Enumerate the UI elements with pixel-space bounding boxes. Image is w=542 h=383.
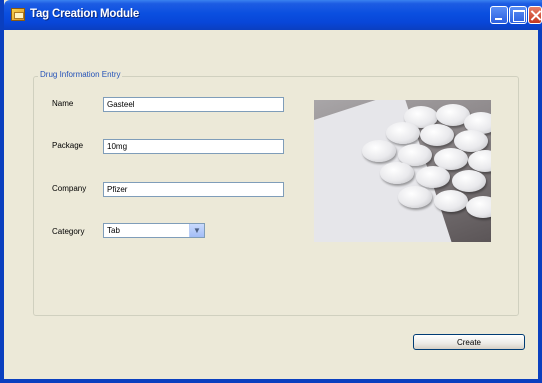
package-label: Package	[52, 141, 84, 150]
close-button[interactable]	[528, 6, 542, 24]
pill-shape	[386, 122, 420, 144]
category-select[interactable]: Tab ▼	[103, 223, 205, 238]
pill-shape	[452, 170, 486, 192]
category-selected-value: Tab	[107, 226, 120, 235]
groupbox-legend: Drug Information Entry	[38, 70, 123, 79]
name-input[interactable]	[103, 97, 284, 112]
title-bar[interactable]: Tag Creation Module	[4, 0, 542, 30]
create-button[interactable]: Create	[413, 334, 525, 350]
company-input[interactable]	[103, 182, 284, 197]
minimize-button[interactable]	[490, 6, 508, 24]
company-label: Company	[52, 184, 87, 193]
pill-shape	[468, 150, 491, 172]
package-input[interactable]	[103, 139, 284, 154]
chevron-down-icon[interactable]: ▼	[189, 224, 204, 237]
pill-shape	[416, 166, 450, 188]
pill-shape	[466, 196, 491, 218]
pill-shape	[398, 186, 432, 208]
drug-photo	[314, 100, 491, 242]
pill-shape	[420, 124, 454, 146]
maximize-button[interactable]	[509, 6, 527, 24]
pill-shape	[362, 140, 396, 162]
pill-shape	[380, 162, 414, 184]
pill-shape	[434, 190, 468, 212]
window-title: Tag Creation Module	[30, 8, 140, 20]
category-label: Category	[52, 227, 85, 236]
name-label: Name	[52, 99, 74, 108]
tag-app-icon	[11, 8, 25, 21]
